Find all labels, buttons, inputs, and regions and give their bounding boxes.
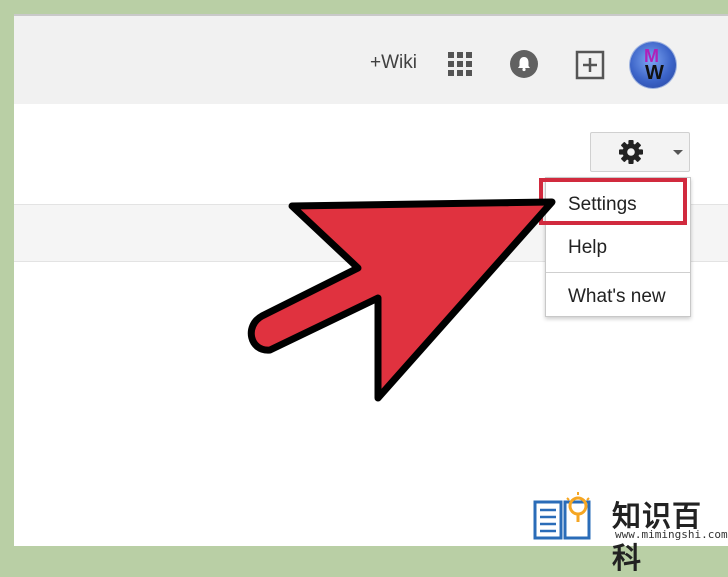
settings-gear-button[interactable] xyxy=(590,132,690,172)
book-bulb-icon xyxy=(533,492,591,540)
add-box-icon[interactable] xyxy=(575,50,605,80)
watermark: 知识百科 www.mimingshi.com xyxy=(519,488,728,575)
menu-item-whats-new[interactable]: What's new xyxy=(546,278,690,316)
menu-divider xyxy=(546,272,690,273)
bell-icon[interactable] xyxy=(510,50,538,78)
menu-item-help[interactable]: Help xyxy=(546,228,690,268)
menu-item-settings[interactable]: Settings xyxy=(546,184,690,226)
browser-screen: +Wiki M W Settings Help What's new xyxy=(14,14,728,546)
gear-icon xyxy=(619,140,643,164)
avatar[interactable]: M W xyxy=(630,42,676,88)
watermark-url: www.mimingshi.com xyxy=(615,528,728,541)
grid-apps-icon[interactable] xyxy=(448,52,472,76)
settings-dropdown-menu: Settings Help What's new xyxy=(545,177,691,317)
top-bar: +Wiki M W xyxy=(14,14,728,104)
caret-down-icon xyxy=(673,150,683,155)
avatar-letter-bottom: W xyxy=(645,62,664,84)
wiki-link[interactable]: +Wiki xyxy=(370,52,417,74)
